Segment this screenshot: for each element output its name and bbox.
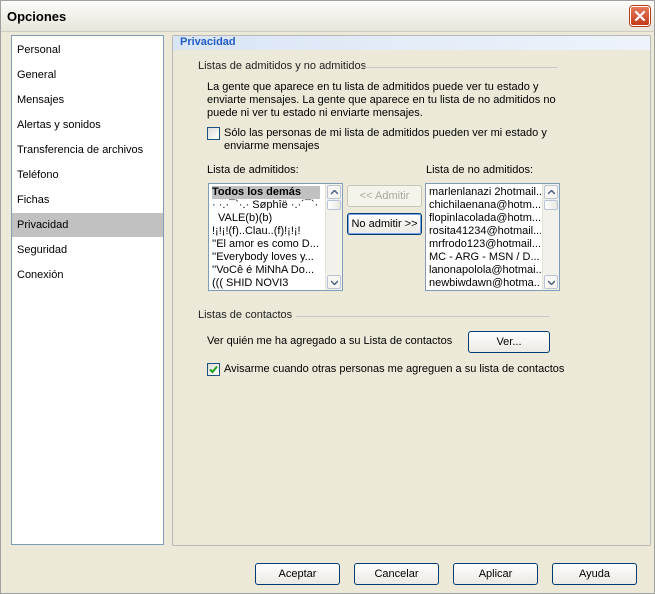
window-title: Opciones bbox=[7, 9, 67, 24]
allow-list-scrollbar[interactable] bbox=[325, 184, 342, 290]
description-line-1: La gente que aparece en tu lista de admi… bbox=[207, 81, 539, 93]
block-list-item[interactable]: lanonapolola@hotmai... bbox=[429, 264, 541, 277]
allow-list-item[interactable]: Todos los demás bbox=[212, 186, 320, 199]
block-list-label: Lista de no admitidos: bbox=[426, 164, 534, 176]
scroll-up-button[interactable] bbox=[327, 185, 341, 199]
allow-list-item[interactable]: ''VoCê é MiNhA Do... bbox=[212, 264, 322, 277]
options-dialog: Opciones Personal General Mensajes Alert… bbox=[0, 0, 655, 594]
close-button[interactable] bbox=[630, 6, 650, 26]
sidebar-item-privacy[interactable]: Privacidad bbox=[12, 213, 163, 237]
allow-list-item[interactable]: · ·.·¯`·.· Søphîë ·.·´¯`· bbox=[212, 199, 322, 212]
apply-button[interactable]: Aplicar bbox=[453, 563, 538, 585]
scroll-down-button[interactable] bbox=[327, 275, 341, 289]
block-list-item[interactable]: mrfrodo123@hotmail... bbox=[429, 238, 541, 251]
group-divider bbox=[296, 316, 550, 317]
allow-list-label: Lista de admitidos: bbox=[207, 164, 299, 176]
only-allowed-label-line-1[interactable]: Sólo las personas de mi lista de admitid… bbox=[224, 127, 547, 140]
arrow-up-icon bbox=[548, 190, 555, 195]
sidebar-item-phone[interactable]: Teléfono bbox=[12, 163, 163, 187]
accept-button[interactable]: Aceptar bbox=[255, 563, 340, 585]
allow-list-item[interactable]: ''El amor es como D... bbox=[212, 238, 322, 251]
close-icon bbox=[634, 10, 646, 22]
who-added-label: Ver quién me ha agregado a su Lista de c… bbox=[207, 335, 453, 347]
arrow-down-icon bbox=[331, 280, 338, 285]
view-button[interactable]: Ver... bbox=[468, 331, 550, 353]
group-divider bbox=[360, 67, 558, 68]
sidebar-item-messages[interactable]: Mensajes bbox=[12, 88, 163, 112]
sidebar-item-tabs[interactable]: Fichas bbox=[12, 188, 163, 212]
sidebar-item-personal[interactable]: Personal bbox=[12, 38, 163, 62]
panel-title: Privacidad bbox=[180, 36, 236, 48]
allow-list-item[interactable]: VALE(b)(b) bbox=[212, 212, 328, 225]
block-button[interactable]: No admitir >> bbox=[347, 213, 422, 235]
contacts-heading: Listas de contactos bbox=[198, 309, 293, 321]
panel-header: Privacidad bbox=[173, 36, 650, 50]
checkmark-icon bbox=[209, 365, 218, 374]
sidebar-item-general[interactable]: General bbox=[12, 63, 163, 87]
only-allowed-checkbox[interactable] bbox=[207, 127, 220, 140]
block-list-item[interactable]: newbiwdawn@hotma... bbox=[429, 277, 541, 290]
block-list-item[interactable]: rosita41234@hotmail... bbox=[429, 225, 541, 238]
cancel-button[interactable]: Cancelar bbox=[354, 563, 439, 585]
description-line-3: puede ni ver tu estado ni enviarte mensa… bbox=[207, 107, 423, 119]
block-list-item[interactable]: chichilaenana@hotm... bbox=[429, 199, 541, 212]
allow-list[interactable]: Todos los demás · ·.·¯`·.· Søphîë ·.·´¯`… bbox=[208, 183, 343, 291]
block-list-item[interactable]: flopinlacolada@hotm... bbox=[429, 212, 541, 225]
notify-checkbox[interactable] bbox=[207, 363, 220, 376]
sidebar-item-file-transfer[interactable]: Transferencia de archivos bbox=[12, 138, 163, 162]
privacy-panel: Privacidad Listas de admitidos y no admi… bbox=[172, 35, 651, 546]
block-list-item[interactable]: MC - ARG - MSN / D... bbox=[429, 251, 541, 264]
scroll-down-button[interactable] bbox=[544, 275, 558, 289]
block-list-item[interactable]: marlenlanazi 2hotmail... bbox=[429, 186, 541, 199]
sidebar-item-alerts-sounds[interactable]: Alertas y sonidos bbox=[12, 113, 163, 137]
arrow-up-icon bbox=[331, 190, 338, 195]
sidebar-item-connection[interactable]: Conexión bbox=[12, 263, 163, 287]
help-button[interactable]: Ayuda bbox=[552, 563, 637, 585]
block-list[interactable]: marlenlanazi 2hotmail... chichilaenana@h… bbox=[425, 183, 560, 291]
sidebar-item-security[interactable]: Seguridad bbox=[12, 238, 163, 262]
scroll-up-button[interactable] bbox=[544, 185, 558, 199]
notify-label[interactable]: Avisarme cuando otras personas me agregu… bbox=[224, 363, 564, 376]
category-list[interactable]: Personal General Mensajes Alertas y soni… bbox=[11, 35, 164, 545]
allow-block-heading: Listas de admitidos y no admitidos bbox=[198, 60, 367, 72]
allow-list-item[interactable]: !¡!¡!(f)..Clau..(f)!¡!¡! bbox=[212, 225, 322, 238]
arrow-down-icon bbox=[548, 280, 555, 285]
description-line-2: enviarte mensajes. La gente que aparece … bbox=[207, 94, 556, 106]
only-allowed-label-line-2[interactable]: enviarme mensajes bbox=[224, 140, 319, 153]
block-list-scrollbar[interactable] bbox=[542, 184, 559, 290]
scroll-thumb[interactable] bbox=[544, 200, 558, 210]
allow-list-item[interactable]: ((( SHID NOVI3 bbox=[212, 277, 322, 290]
scroll-thumb[interactable] bbox=[327, 200, 341, 210]
allow-list-item[interactable]: ''Everybody loves y... bbox=[212, 251, 322, 264]
title-bar[interactable]: Opciones bbox=[1, 1, 654, 32]
admit-button[interactable]: << Admitir bbox=[347, 185, 422, 207]
